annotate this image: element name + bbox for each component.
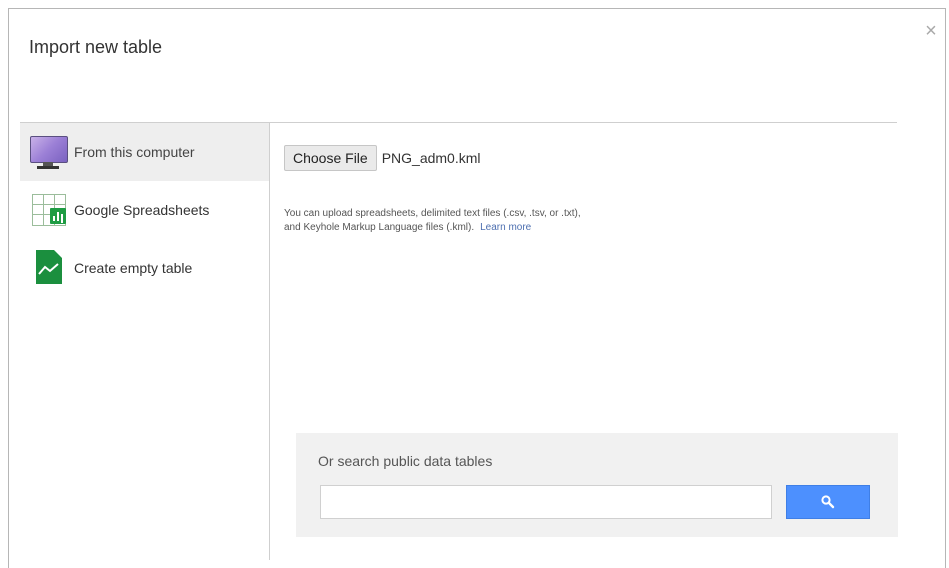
file-picker: Choose File PNG_adm0.kml <box>284 145 481 171</box>
sidebar-item-google-spreadsheets[interactable]: Google Spreadsheets <box>20 181 269 239</box>
import-source-sidebar: From this computer Google Spreadsheets C… <box>20 123 270 560</box>
spreadsheet-icon <box>28 190 70 230</box>
close-icon[interactable]: × <box>921 21 941 41</box>
help-line-1: You can upload spreadsheets, delimited t… <box>284 208 581 219</box>
sidebar-item-label: Create empty table <box>74 260 193 276</box>
sidebar-item-create-empty-table[interactable]: Create empty table <box>20 239 269 297</box>
upload-help-text: You can upload spreadsheets, delimited t… <box>284 207 724 235</box>
search-label: Or search public data tables <box>318 453 493 469</box>
sidebar-item-label: Google Spreadsheets <box>74 202 210 218</box>
help-line-2: and Keyhole Markup Language files (.kml)… <box>284 222 475 233</box>
upload-panel: Choose File PNG_adm0.kml You can upload … <box>270 123 898 560</box>
public-table-search: Or search public data tables <box>296 433 898 537</box>
search-button[interactable] <box>786 485 870 519</box>
sidebar-item-label: From this computer <box>74 144 195 160</box>
search-input[interactable] <box>320 485 772 519</box>
search-icon <box>821 495 835 509</box>
dialog-title: Import new table <box>29 37 163 57</box>
help-line-2-wrap: and Keyhole Markup Language files (.kml)… <box>284 221 724 235</box>
choose-file-button[interactable]: Choose File <box>284 145 377 171</box>
sidebar-item-from-computer[interactable]: From this computer <box>20 123 269 181</box>
chart-doc-icon <box>28 248 70 288</box>
selected-file-name: PNG_adm0.kml <box>381 150 481 166</box>
monitor-icon <box>28 132 70 172</box>
learn-more-link[interactable]: Learn more <box>480 222 531 233</box>
